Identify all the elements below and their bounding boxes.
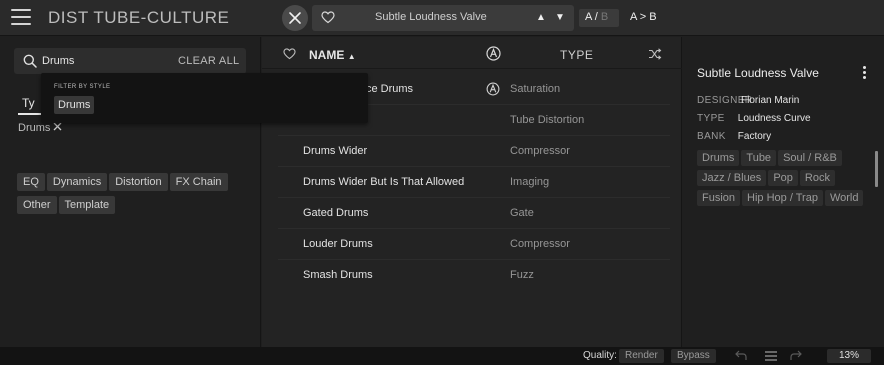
preset-row-name: Louder Drums [303, 238, 373, 250]
scrollbar-thumb[interactable] [875, 151, 878, 187]
style-tag[interactable]: Drums [697, 150, 740, 166]
style-tag[interactable]: World [824, 190, 864, 206]
ab-switch[interactable]: A / B [579, 9, 619, 27]
more-options-icon[interactable] [863, 66, 867, 81]
undo-icon[interactable] [735, 350, 747, 361]
search-icon [23, 54, 37, 68]
preset-info-title: Subtle Loudness Valve [697, 66, 819, 80]
clear-all-button[interactable]: CLEAR ALL [178, 55, 239, 67]
active-filter-tag[interactable]: Drums [18, 122, 62, 134]
arturia-factory-icon [486, 82, 500, 96]
hamburger-menu-icon[interactable] [11, 9, 31, 27]
preset-row[interactable]: Louder Drums Compressor [278, 229, 670, 260]
style-tags: Drums Tube Soul / R&B Jazz / Blues Pop Rock Fu… [697, 150, 877, 210]
popup-style-chip[interactable]: Drums [54, 96, 95, 114]
preset-row-type: Fuzz [510, 269, 534, 281]
preset-row-name: ce Drums [366, 83, 414, 95]
active-filter-label: Drums [18, 122, 51, 134]
ab-a-label: A [585, 11, 592, 23]
remove-filter-icon[interactable] [53, 122, 62, 131]
preset-row-type: Tube Distortion [510, 114, 585, 126]
type-column-header[interactable]: TYPE [560, 48, 593, 62]
name-header-label: NAME [309, 48, 345, 62]
cpu-meter: 13% [827, 349, 871, 363]
preset-row-type: Saturation [510, 83, 561, 95]
type-chip[interactable]: Other [17, 196, 57, 214]
next-preset-button[interactable]: ▼ [555, 12, 565, 23]
style-tag[interactable]: Soul / R&B [778, 150, 842, 166]
plugin-title: DIST TUBE-CULTURE [48, 8, 230, 27]
tab-types[interactable]: Ty [22, 96, 35, 110]
heart-icon[interactable] [321, 11, 335, 24]
popup-header: FILTER BY STYLE [54, 84, 111, 90]
bank-row: BANK Factory [697, 131, 771, 142]
bank-label: BANK [697, 131, 726, 142]
preset-row-name: Gated Drums [303, 207, 369, 219]
type-chip[interactable]: EQ [17, 173, 45, 191]
preset-row-name: Smash Drums [303, 269, 373, 281]
sort-ascending-icon: ▲ [347, 52, 356, 61]
preset-row-name: Drums Wider [303, 145, 368, 157]
ab-b-label: B [600, 11, 609, 23]
redo-icon[interactable] [790, 350, 802, 361]
type-chip[interactable]: Template [58, 196, 116, 214]
preset-row[interactable]: Drums Wider But Is That Allowed Imaging [278, 167, 670, 198]
type-chip-group: EQ Dynamics Distortion FX Chain Other Templat… [17, 173, 253, 219]
previous-preset-button[interactable]: ▲ [536, 12, 546, 23]
preset-row-type: Compressor [510, 238, 570, 250]
bypass-button[interactable]: Bypass [671, 349, 716, 363]
type-row: TYPE Loudness Curve [697, 113, 811, 124]
close-browser-button[interactable] [282, 5, 308, 31]
status-bar: Quality: Render Bypass 13% [0, 347, 884, 365]
preset-row-type: Imaging [510, 176, 550, 188]
style-tag[interactable]: Rock [799, 170, 835, 186]
top-bar: DIST TUBE-CULTURE Subtle Loudness Valve … [0, 0, 884, 36]
preset-row-name: Drums Wider But Is That Allowed [303, 176, 465, 188]
heart-icon[interactable] [283, 48, 296, 60]
list-header: NAME ▲ TYPE [262, 37, 682, 69]
preset-info-panel: Subtle Loudness Valve DESIGNERFlorian Ma… [683, 37, 884, 347]
bank-value: Factory [737, 131, 772, 142]
designer-value: Florian Marin [741, 95, 800, 106]
type-label: TYPE [697, 113, 725, 124]
name-column-header[interactable]: NAME ▲ [309, 48, 356, 62]
filter-by-style-popup: FILTER BY STYLE Drums [41, 73, 368, 123]
arturia-logo-icon[interactable] [486, 46, 501, 61]
preset-row[interactable]: Gated Drums Gate [278, 198, 670, 229]
style-tag[interactable]: Pop [768, 170, 798, 186]
style-tag[interactable]: Tube [741, 150, 777, 166]
type-chip[interactable]: Dynamics [46, 173, 108, 191]
shuffle-icon[interactable] [648, 48, 662, 60]
render-button[interactable]: Render [619, 349, 664, 363]
type-chip[interactable]: FX Chain [169, 173, 228, 191]
close-icon [289, 12, 301, 24]
designer-label: DESIGNER [697, 95, 753, 106]
preset-row[interactable]: Drums Wider Compressor [278, 136, 670, 167]
style-tag[interactable]: Jazz / Blues [697, 170, 767, 186]
type-chip[interactable]: Distortion [109, 173, 168, 191]
preset-name: Subtle Loudness Valve [375, 11, 487, 23]
preset-row-type: Compressor [510, 145, 570, 157]
search-box: CLEAR ALL [14, 48, 246, 74]
style-tag[interactable]: Hip Hop / Trap [742, 190, 823, 206]
style-tag[interactable]: Fusion [697, 190, 741, 206]
ab-copy-button[interactable]: A > B [630, 11, 657, 23]
quality-label: Quality: [583, 350, 617, 361]
history-icon[interactable] [765, 351, 777, 361]
search-input[interactable] [42, 53, 152, 69]
preset-row[interactable]: Smash Drums Fuzz [278, 260, 670, 291]
type-value: Loudness Curve [737, 113, 811, 124]
preset-row-type: Gate [510, 207, 534, 219]
designer-row: DESIGNERFlorian Marin [697, 95, 799, 106]
ab-separator: / [591, 11, 601, 23]
preset-selector[interactable]: Subtle Loudness Valve ▲ ▼ [312, 5, 574, 31]
